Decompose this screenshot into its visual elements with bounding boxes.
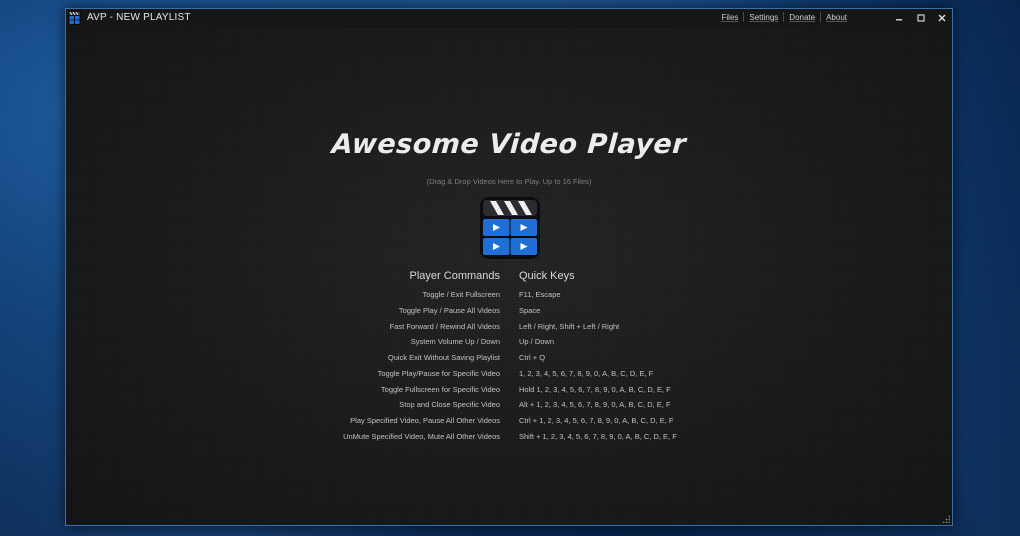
quick-key: Ctrl + Q — [519, 353, 546, 362]
maximize-icon — [917, 14, 925, 22]
menu-files[interactable]: Files — [717, 13, 744, 22]
command-label: Fast Forward / Rewind All Videos — [389, 321, 500, 331]
minimize-icon — [896, 19, 902, 21]
command-label: Stop and Close Specific Video — [399, 400, 500, 410]
command-label: Toggle / Exit Fullscreen — [422, 290, 500, 299]
shortcut-row: Toggle Play / Pause All Videos Space — [66, 306, 952, 322]
shortcut-row: Quick Exit Without Saving Playlist Ctrl … — [66, 353, 952, 369]
title-bar[interactable]: AVP - NEW PLAYLIST Files Settings Donate… — [66, 9, 952, 28]
shortcut-row: System Volume Up / Down Up / Down — [66, 337, 952, 353]
command-label: Toggle Play / Pause All Videos — [398, 305, 500, 315]
quick-key: Up / Down — [519, 337, 555, 347]
close-icon — [938, 14, 946, 22]
shortcut-row: Toggle Fullscreen for Specific Video Hol… — [66, 385, 952, 401]
command-label: Toggle Fullscreen for Specific Video — [380, 384, 500, 394]
shortcut-row: Toggle Play/Pause for Specific Video 1, … — [66, 369, 952, 385]
menu-settings[interactable]: Settings — [744, 13, 783, 22]
menu-donate[interactable]: Donate — [784, 13, 820, 22]
commands-header: Player Commands — [409, 270, 500, 282]
close-button[interactable] — [935, 11, 949, 25]
window-title: AVP - NEW PLAYLIST — [87, 12, 191, 23]
shortcut-row: Stop and Close Specific Video Alt + 1, 2… — [66, 400, 952, 416]
app-title: Awesome Video Player — [330, 129, 688, 160]
clapperboard-grid-icon — [480, 197, 540, 259]
drop-zone[interactable]: Awesome Video Player (Drag & Drop Videos… — [66, 28, 952, 525]
quick-key: Left / Right, Shift + Left / Right — [519, 321, 620, 331]
keys-header: Quick Keys — [519, 270, 575, 282]
drop-hint: (Drag & Drop Videos Here to Play. Up to … — [426, 177, 592, 186]
resize-grip[interactable] — [942, 515, 950, 523]
quick-key: 1, 2, 3, 4, 5, 6, 7, 8, 9, 0, A, B, C, D… — [519, 368, 654, 378]
quick-key: Hold 1, 2, 3, 4, 5, 6, 7, 8, 9, 0, A, B,… — [519, 384, 671, 394]
top-menu: Files Settings Donate About — [717, 12, 853, 22]
shortcut-table: Toggle / Exit Fullscreen F11, Escape Tog… — [66, 290, 952, 448]
minimize-button[interactable] — [892, 11, 906, 25]
command-label: Play Specified Video, Pause All Other Vi… — [350, 416, 500, 425]
command-label: UnMute Specified Video, Mute All Other V… — [343, 431, 500, 441]
quick-key: F11, Escape — [519, 290, 561, 299]
command-label: Quick Exit Without Saving Playlist — [387, 353, 500, 362]
command-label: Toggle Play/Pause for Specific Video — [377, 368, 500, 378]
app-icon — [68, 11, 81, 25]
command-label: System Volume Up / Down — [410, 337, 500, 347]
maximize-button[interactable] — [914, 11, 928, 25]
quick-key: Space — [519, 305, 541, 315]
quick-key: Shift + 1, 2, 3, 4, 5, 6, 7, 8, 9, 0, A,… — [519, 431, 677, 441]
quick-key: Alt + 1, 2, 3, 4, 5, 6, 7, 8, 9, 0, A, B… — [519, 400, 671, 410]
menu-about[interactable]: About — [821, 13, 852, 22]
shortcut-row: Fast Forward / Rewind All Videos Left / … — [66, 322, 952, 338]
shortcut-row: Toggle / Exit Fullscreen F11, Escape — [66, 290, 952, 306]
shortcut-row: UnMute Specified Video, Mute All Other V… — [66, 432, 952, 448]
shortcut-row: Play Specified Video, Pause All Other Vi… — [66, 416, 952, 432]
quick-key: Ctrl + 1, 2, 3, 4, 5, 6, 7, 8, 9, 0, A, … — [519, 416, 674, 425]
app-window: AVP - NEW PLAYLIST Files Settings Donate… — [65, 8, 953, 526]
